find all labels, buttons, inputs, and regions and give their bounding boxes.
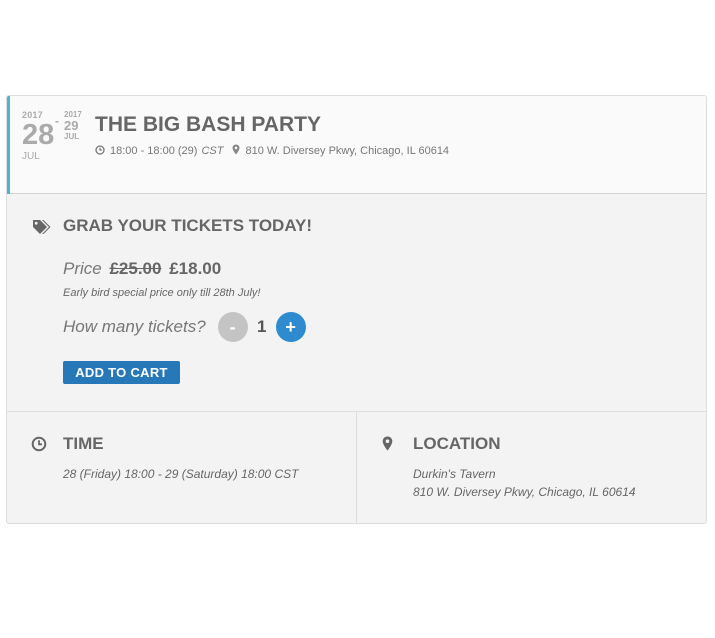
end-month: JUL bbox=[64, 132, 80, 141]
map-pin-icon bbox=[232, 144, 240, 158]
quantity-value: 1 bbox=[256, 317, 267, 336]
price-old: £25.00 bbox=[109, 259, 162, 278]
details-section: TIME 28 (Friday) 18:00 - 29 (Saturday) 1… bbox=[7, 412, 706, 523]
location-address: 810 W. Diversey Pkwy, Chicago, IL 60614 bbox=[413, 485, 636, 499]
event-card: 2017 28 JUL - 2017 29 JUL THE BIG BASH P… bbox=[6, 95, 707, 524]
map-pin-icon bbox=[382, 436, 393, 456]
location-heading: LOCATION bbox=[413, 434, 501, 453]
quantity-label: How many tickets? bbox=[63, 317, 206, 336]
add-to-cart-button[interactable]: ADD TO CART bbox=[63, 361, 180, 384]
location-venue: Durkin's Tavern bbox=[413, 467, 496, 481]
tickets-heading: GRAB YOUR TICKETS TODAY! bbox=[63, 216, 313, 235]
tickets-section: GRAB YOUR TICKETS TODAY! Price £25.00 £1… bbox=[7, 194, 706, 412]
time-text: 28 (Friday) 18:00 - 29 (Saturday) 18:00 … bbox=[63, 467, 299, 481]
event-timezone: CST bbox=[201, 145, 224, 157]
tags-icon bbox=[32, 219, 52, 240]
location-panel: LOCATION Durkin's Tavern 810 W. Diversey… bbox=[357, 412, 706, 523]
time-heading: TIME bbox=[63, 434, 104, 453]
clock-icon bbox=[95, 144, 105, 158]
early-bird-note: Early bird special price only till 28th … bbox=[63, 287, 261, 299]
price-new: £18.00 bbox=[169, 259, 222, 278]
accent-bar bbox=[7, 96, 10, 194]
event-title[interactable]: THE BIG BASH PARTY bbox=[95, 113, 321, 137]
increase-quantity-button[interactable]: + bbox=[275, 312, 306, 342]
event-time-range: 18:00 - 18:00 (29) bbox=[110, 145, 198, 157]
time-panel: TIME 28 (Friday) 18:00 - 29 (Saturday) 1… bbox=[7, 412, 357, 523]
location-text: Durkin's Tavern 810 W. Diversey Pkwy, Ch… bbox=[413, 465, 636, 501]
quantity-stepper: How many tickets? - 1 + bbox=[63, 312, 306, 342]
event-header: 2017 28 JUL - 2017 29 JUL THE BIG BASH P… bbox=[7, 96, 706, 194]
price-label: Price bbox=[63, 259, 102, 278]
end-date: 2017 29 JUL bbox=[64, 110, 82, 141]
event-meta: 18:00 - 18:00 (29) CST 810 W. Diversey P… bbox=[95, 144, 449, 158]
price-row: Price £25.00 £18.00 bbox=[63, 259, 221, 279]
date-separator: - bbox=[55, 114, 59, 128]
start-month: JUL bbox=[22, 151, 40, 162]
decrease-quantity-button[interactable]: - bbox=[217, 312, 248, 342]
event-address: 810 W. Diversey Pkwy, Chicago, IL 60614 bbox=[245, 145, 450, 157]
end-day: 29 bbox=[64, 118, 79, 133]
clock-icon bbox=[31, 436, 47, 457]
